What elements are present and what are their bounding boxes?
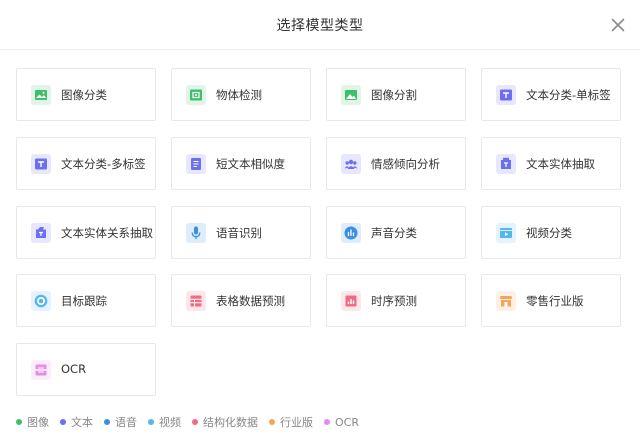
legend-dot	[60, 419, 66, 425]
text-t-icon	[496, 85, 516, 105]
store-icon	[496, 291, 516, 311]
model-card-label: 文本实体抽取	[526, 157, 595, 171]
model-card-text-lines[interactable]: 短文本相似度	[171, 137, 311, 190]
legend-dot	[324, 419, 330, 425]
legend-item-industry: 行业版	[269, 414, 313, 430]
model-card-table[interactable]: 表格数据预测	[171, 274, 311, 327]
relation-icon	[31, 223, 51, 243]
model-card-text-t[interactable]: 文本分类-单标签	[481, 68, 621, 121]
model-card-label: 零售行业版	[526, 294, 584, 308]
table-icon	[186, 291, 206, 311]
model-card-target[interactable]: 目标跟踪	[16, 274, 156, 327]
legend-item-structured: 结构化数据	[192, 414, 258, 430]
ocr-scan-icon	[31, 360, 51, 380]
legend-dot	[192, 419, 198, 425]
model-card-store[interactable]: 零售行业版	[481, 274, 621, 327]
legend-label: 结构化数据	[203, 416, 258, 429]
legend-dot	[16, 419, 22, 425]
model-card-label: 语音识别	[216, 226, 262, 240]
sound-bars-icon	[341, 223, 361, 243]
model-card-text-t-multi[interactable]: 文本分类-多标签	[16, 137, 156, 190]
text-t-multi-icon	[31, 154, 51, 174]
model-card-label: 文本分类-多标签	[61, 157, 146, 171]
model-card-microphone[interactable]: 语音识别	[171, 206, 311, 259]
model-card-label: 表格数据预测	[216, 294, 285, 308]
model-card-image[interactable]: 图像分类	[16, 68, 156, 121]
text-lines-icon	[186, 154, 206, 174]
model-card-label: 目标跟踪	[61, 294, 107, 308]
people-icon	[341, 154, 361, 174]
model-card-object-detect[interactable]: 物体检测	[171, 68, 311, 121]
legend-item-video: 视频	[148, 414, 181, 430]
legend-label: 视频	[159, 416, 181, 429]
model-card-image-segment[interactable]: 图像分割	[326, 68, 466, 121]
legend-item-image: 图像	[16, 414, 49, 430]
video-play-icon	[496, 223, 516, 243]
model-card-entity[interactable]: 文本实体抽取	[481, 137, 621, 190]
legend-item-text: 文本	[60, 414, 93, 430]
model-card-people[interactable]: 情感倾向分析	[326, 137, 466, 190]
image-segment-icon	[341, 85, 361, 105]
target-icon	[31, 291, 51, 311]
model-card-label: 视频分类	[526, 226, 572, 240]
model-card-relation[interactable]: 文本实体关系抽取	[16, 206, 156, 259]
image-icon	[31, 85, 51, 105]
legend-label: 行业版	[280, 416, 313, 429]
legend-item-ocr: OCR	[324, 416, 359, 429]
entity-icon	[496, 154, 516, 174]
model-card-sound-bars[interactable]: 声音分类	[326, 206, 466, 259]
model-card-label: 情感倾向分析	[371, 157, 440, 171]
legend-label: 图像	[27, 416, 49, 429]
close-icon[interactable]	[611, 17, 625, 32]
legend-label: 语音	[115, 416, 137, 429]
microphone-icon	[186, 223, 206, 243]
model-card-label: 文本实体关系抽取	[61, 226, 153, 240]
dialog-title: 选择模型类型	[276, 18, 364, 34]
model-card-video-play[interactable]: 视频分类	[481, 206, 621, 259]
legend-label: OCR	[335, 415, 359, 429]
model-card-label: 文本分类-单标签	[526, 88, 611, 102]
legend-dot	[269, 419, 275, 425]
bar-chart-icon	[341, 291, 361, 311]
model-card-ocr-scan[interactable]: OCR	[16, 343, 156, 396]
model-card-label: 图像分割	[371, 88, 417, 102]
legend-label: 文本	[71, 416, 93, 429]
model-card-label: 时序预测	[371, 294, 417, 308]
object-detect-icon	[186, 85, 206, 105]
model-card-label: 图像分类	[61, 88, 107, 102]
category-legend: 图像 文本 语音 视频 结构化数据 行业版 OCR	[16, 414, 370, 430]
legend-item-voice: 语音	[104, 414, 137, 430]
model-card-label: 短文本相似度	[216, 157, 285, 171]
model-card-label: 声音分类	[371, 226, 417, 240]
model-card-bar-chart[interactable]: 时序预测	[326, 274, 466, 327]
model-card-label: 物体检测	[216, 88, 262, 102]
model-card-label: OCR	[61, 362, 87, 376]
legend-dot	[104, 419, 110, 425]
dialog-header: 选择模型类型	[0, 0, 640, 50]
legend-dot	[148, 419, 154, 425]
